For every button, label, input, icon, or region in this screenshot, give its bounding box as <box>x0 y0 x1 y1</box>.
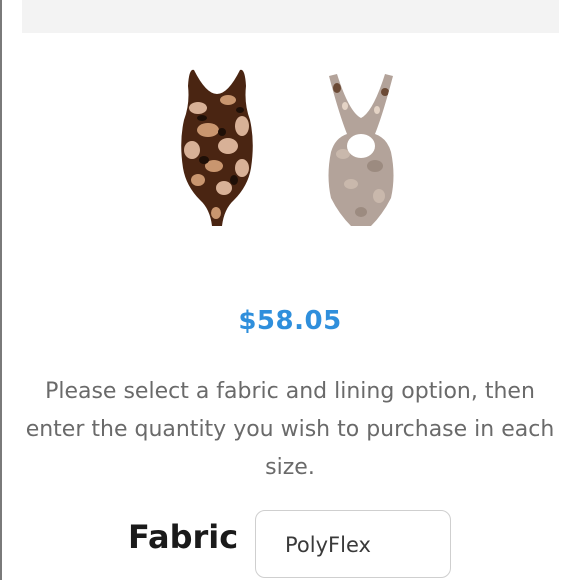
swimsuit-back-image[interactable] <box>325 72 397 232</box>
top-banner <box>22 0 559 33</box>
purchase-instructions: Please select a fabric and lining option… <box>25 379 555 480</box>
product-price: $58.05 <box>238 306 342 336</box>
swimsuit-front-image[interactable] <box>178 68 256 232</box>
fabric-select[interactable]: PolyFlex <box>255 510 451 578</box>
fabric-label: Fabric <box>128 518 239 556</box>
fabric-selected-value: PolyFlex <box>285 533 371 557</box>
product-images <box>0 60 580 235</box>
